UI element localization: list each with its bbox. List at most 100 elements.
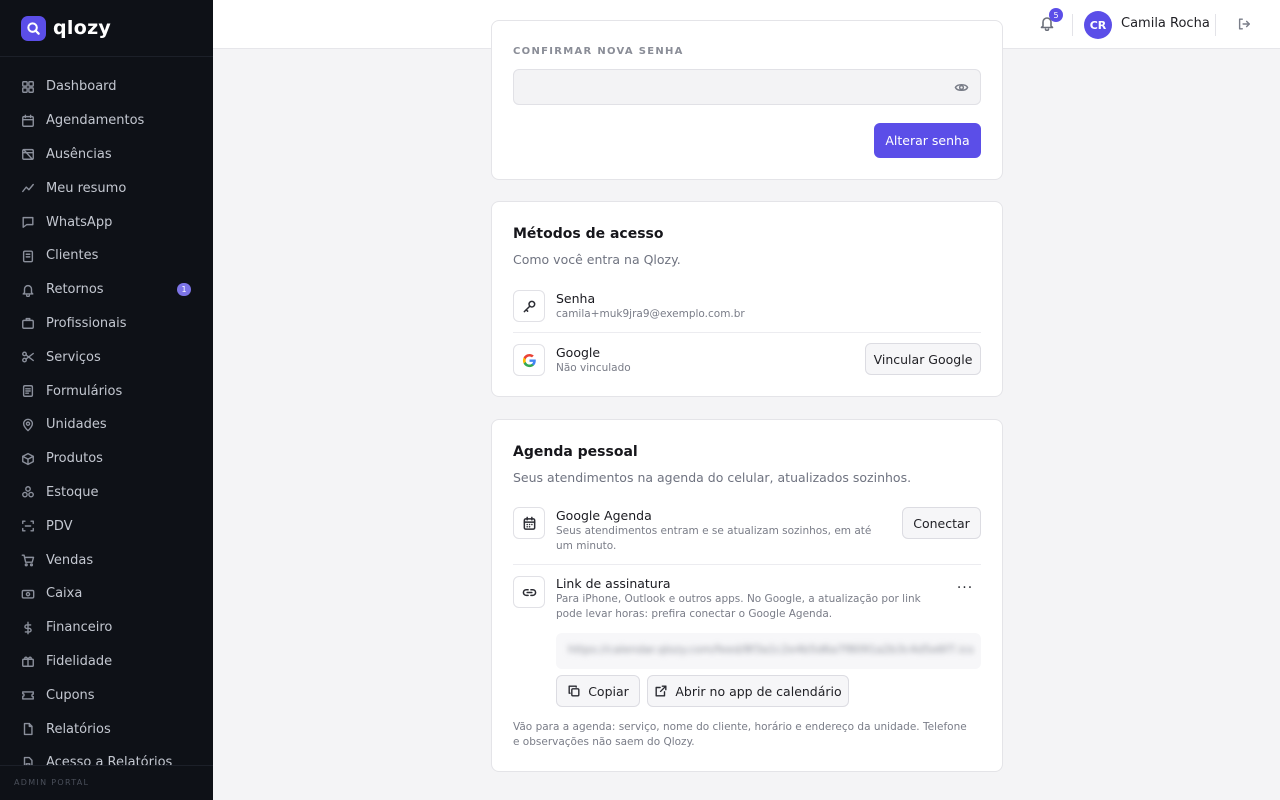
- qlozy-logo-icon: [21, 15, 46, 41]
- sidebar-item-label: PDV: [46, 518, 73, 534]
- sidebar-item-label: Ausências: [46, 146, 112, 162]
- sidebar-item-whatsapp[interactable]: WhatsApp: [0, 205, 213, 239]
- sidebar-item-meu-resumo[interactable]: Meu resumo: [0, 171, 213, 205]
- sidebar-item-estoque[interactable]: Estoque: [0, 476, 213, 510]
- divider: [513, 564, 981, 565]
- personal-agenda-title: Agenda pessoal: [513, 444, 638, 460]
- sidebar-footer: ADMIN PORTAL: [0, 765, 213, 800]
- google-agenda-desc: Seus atendimentos entram e se atualizam …: [556, 525, 872, 552]
- calendar-off-icon: [22, 149, 34, 161]
- confirm-password-field[interactable]: [513, 69, 981, 105]
- sidebar-item-produtos[interactable]: Produtos: [0, 442, 213, 476]
- notifications-button[interactable]: 5: [1039, 8, 1063, 33]
- subscription-url-text: https://calendar.qlozy.com/feed/8f3a1c2e…: [568, 643, 974, 656]
- sidebar-item-clientes[interactable]: Clientes: [0, 239, 213, 273]
- sidebar-item-label: Relatórios: [46, 721, 111, 737]
- form-icon: [22, 385, 34, 398]
- ticket-icon: [22, 691, 34, 700]
- divider: [513, 332, 981, 333]
- scan-icon: [22, 520, 34, 532]
- topbar-divider: [1215, 14, 1216, 36]
- sidebar-item-profissionais[interactable]: Profissionais: [0, 307, 213, 341]
- sidebar-item-servicos[interactable]: Serviços: [0, 340, 213, 374]
- google-method-icon-box: [513, 344, 545, 376]
- sidebar-item-relatorios[interactable]: Relatórios: [0, 712, 213, 746]
- copy-link-button[interactable]: Copiar: [556, 675, 640, 707]
- sidebar-item-label: Cupons: [46, 687, 95, 703]
- sidebar: qlozy Dashboard Agendamentos Ausências M…: [0, 0, 213, 800]
- personal-agenda-card: Agenda pessoal Seus atendimentos na agen…: [491, 419, 1003, 772]
- open-calendar-app-button[interactable]: Abrir no app de calendário: [647, 675, 849, 707]
- open-calendar-app-label: Abrir no app de calendário: [675, 683, 842, 699]
- sidebar-item-label: Agendamentos: [46, 113, 145, 129]
- personal-agenda-subtitle: Seus atendimentos na agenda do celular, …: [513, 470, 912, 485]
- show-password-button[interactable]: [954, 80, 970, 96]
- sidebar-item-label: Produtos: [46, 451, 103, 467]
- sidebar-item-label: Fidelidade: [46, 653, 113, 669]
- notification-count-badge: 5: [1049, 8, 1063, 22]
- agenda-privacy-note: Vão para a agenda: serviço, nome do clie…: [513, 721, 967, 748]
- change-password-button[interactable]: Alterar senha: [874, 123, 981, 158]
- sidebar-item-label: Serviços: [46, 349, 101, 365]
- copy-link-label: Copiar: [588, 683, 629, 699]
- eye-icon: [954, 83, 969, 92]
- sidebar-nav: Dashboard Agendamentos Ausências Meu res…: [0, 57, 213, 780]
- sidebar-item-ausencias[interactable]: Ausências: [0, 138, 213, 172]
- cash-icon: [21, 589, 35, 599]
- sidebar-item-label: WhatsApp: [46, 214, 113, 230]
- connect-google-agenda-button[interactable]: Conectar: [902, 507, 981, 539]
- sidebar-item-agendamentos[interactable]: Agendamentos: [0, 104, 213, 138]
- dollar-icon: [24, 621, 32, 635]
- sidebar-item-cupons[interactable]: Cupons: [0, 678, 213, 712]
- sidebar-item-financeiro[interactable]: Financeiro: [0, 611, 213, 645]
- sidebar-item-label: Financeiro: [46, 620, 113, 636]
- clipboard-icon: [22, 250, 34, 263]
- topbar-divider: [1072, 14, 1073, 36]
- logout-icon: [1238, 18, 1250, 30]
- key-icon: [523, 300, 535, 312]
- sidebar-item-unidades[interactable]: Unidades: [0, 408, 213, 442]
- password-card: CONFIRMAR NOVA SENHA Alterar senha: [491, 20, 1003, 180]
- more-options-button[interactable]: ···: [955, 580, 975, 598]
- sidebar-item-label: Dashboard: [46, 79, 117, 95]
- access-methods-card: Métodos de acesso Como você entra na Qlo…: [491, 201, 1003, 397]
- google-icon: [522, 353, 536, 367]
- subscription-url-field[interactable]: https://calendar.qlozy.com/feed/8f3a1c2e…: [556, 633, 981, 669]
- subscription-link-title: Link de assinatura: [556, 576, 671, 591]
- map-pin-icon: [22, 418, 34, 432]
- sidebar-item-pdv[interactable]: PDV: [0, 509, 213, 543]
- sidebar-item-label: Meu resumo: [46, 180, 127, 196]
- link-icon: [522, 588, 536, 596]
- sidebar-item-retornos[interactable]: Retornos 1: [0, 273, 213, 307]
- calendar-icon: [22, 114, 34, 127]
- logout-button[interactable]: [1237, 17, 1253, 33]
- grid-icon: [22, 80, 34, 93]
- password-method-email: camila+muk9jra9@exemplo.com.br: [556, 308, 745, 320]
- access-methods-title: Métodos de acesso: [513, 226, 664, 242]
- google-method-title: Google: [556, 345, 601, 360]
- subscription-link-icon-box: [513, 576, 545, 608]
- sidebar-item-fidelidade[interactable]: Fidelidade: [0, 645, 213, 679]
- boxes-icon: [22, 486, 34, 498]
- sidebar-item-vendas[interactable]: Vendas: [0, 543, 213, 577]
- brand-name: qlozy: [53, 17, 112, 39]
- chart-icon: [22, 184, 34, 193]
- password-method-icon-box: [513, 290, 545, 322]
- access-methods-subtitle: Como você entra na Qlozy.: [513, 252, 681, 267]
- sidebar-item-formularios[interactable]: Formulários: [0, 374, 213, 408]
- sidebar-item-dashboard[interactable]: Dashboard: [0, 70, 213, 104]
- user-name[interactable]: Camila Rocha: [1121, 16, 1210, 31]
- sidebar-item-label: Formulários: [46, 383, 123, 399]
- sidebar-item-caixa[interactable]: Caixa: [0, 577, 213, 611]
- google-method-status: Não vinculado: [556, 362, 631, 374]
- avatar[interactable]: CR: [1084, 11, 1112, 39]
- sidebar-item-label: Clientes: [46, 248, 99, 264]
- link-google-button[interactable]: Vincular Google: [865, 343, 981, 375]
- brand[interactable]: qlozy: [0, 0, 213, 57]
- sidebar-item-label: Estoque: [46, 484, 99, 500]
- google-agenda-title: Google Agenda: [556, 508, 652, 523]
- bell-icon: [22, 284, 34, 297]
- external-link-icon: [655, 685, 667, 697]
- google-agenda-icon-box: [513, 507, 545, 539]
- scissors-icon: [22, 351, 34, 363]
